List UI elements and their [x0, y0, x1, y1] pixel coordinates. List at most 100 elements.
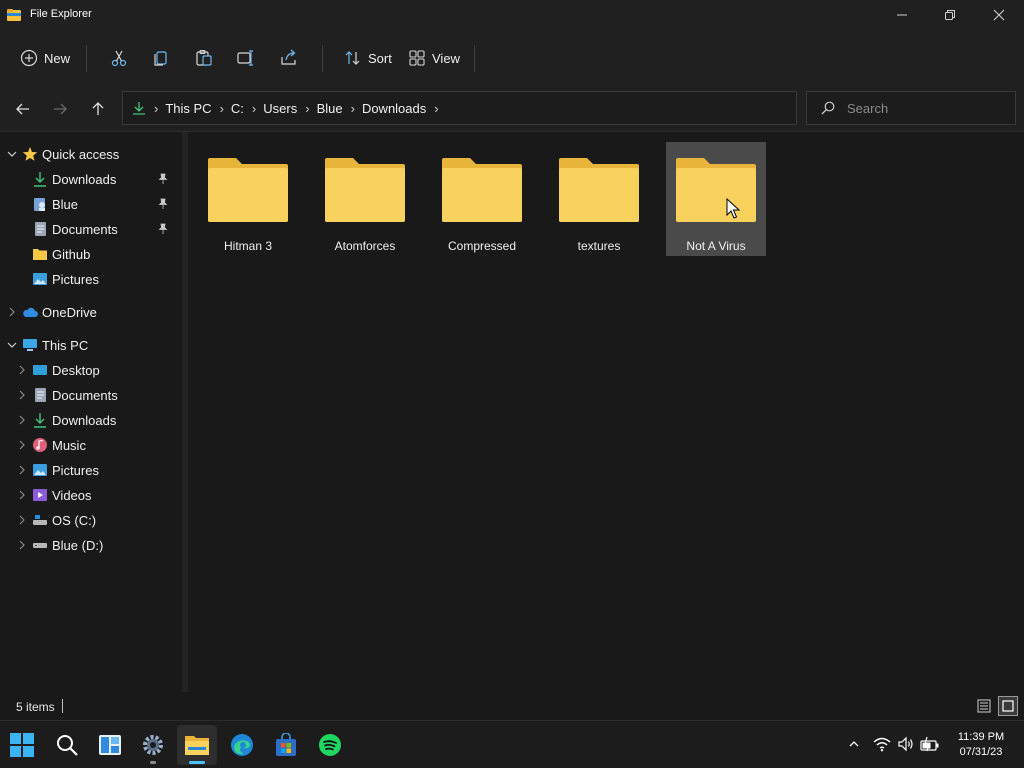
folder-item-hitman-3[interactable]: Hitman 3	[198, 142, 298, 256]
sidebar-item-documents-quick[interactable]: Documents	[0, 217, 182, 241]
search-input[interactable]: Search	[847, 101, 888, 116]
volume-button[interactable]	[895, 733, 917, 755]
chevron-right-icon[interactable]	[16, 539, 28, 551]
breadcrumb-this-pc[interactable]: This PC	[165, 101, 211, 116]
view-button[interactable]: View	[408, 42, 460, 74]
sidebar-item-onedrive[interactable]: OneDrive	[0, 300, 182, 324]
details-view-button[interactable]	[974, 696, 994, 716]
forward-button[interactable]	[46, 97, 74, 121]
gear-icon	[143, 735, 163, 755]
folder-item-not-a-virus[interactable]: Not A Virus	[666, 142, 766, 256]
sidebar-item-os-c[interactable]: OS (C:)	[0, 508, 182, 532]
folder-name: Not A Virus	[686, 239, 746, 253]
chevron-right-icon[interactable]: ›	[305, 101, 309, 116]
share-button[interactable]	[279, 42, 299, 74]
breadcrumb-downloads[interactable]: Downloads	[362, 101, 426, 116]
chevron-down-icon[interactable]	[6, 339, 18, 351]
sidebar-item-this-pc[interactable]: This PC	[0, 333, 182, 357]
star-icon	[22, 147, 38, 161]
sidebar-item-blue-d[interactable]: Blue (D:)	[0, 533, 182, 557]
chevron-right-icon[interactable]	[16, 439, 28, 451]
item-count: 5 items	[16, 700, 55, 714]
cut-button[interactable]	[109, 42, 129, 74]
minimize-icon	[897, 14, 907, 16]
chevron-right-icon[interactable]	[16, 414, 28, 426]
title-bar[interactable]: File Explorer	[0, 0, 1024, 30]
edge-app-button[interactable]	[222, 725, 262, 765]
back-button[interactable]	[9, 97, 37, 121]
sidebar-item-label: Quick access	[42, 146, 120, 162]
sidebar-item-github[interactable]: Github	[0, 242, 182, 266]
pin-icon	[158, 198, 168, 209]
sidebar-item-videos[interactable]: Videos	[0, 483, 182, 507]
start-button[interactable]	[2, 725, 42, 765]
spotify-app-button[interactable]	[310, 725, 350, 765]
breadcrumb-users[interactable]: Users	[263, 101, 297, 116]
cut-icon	[111, 50, 127, 67]
show-hidden-icons-button[interactable]	[843, 733, 865, 755]
folder-item-textures[interactable]: textures	[549, 142, 649, 256]
new-button[interactable]: New	[20, 42, 70, 74]
plus-circle-icon	[20, 49, 38, 67]
chevron-right-icon[interactable]	[16, 389, 28, 401]
chevron-right-icon[interactable]	[16, 364, 28, 376]
breadcrumb-c-drive[interactable]: C:	[231, 101, 244, 116]
chevron-right-icon[interactable]: ›	[252, 101, 256, 116]
search-box[interactable]: Search	[806, 91, 1016, 125]
sidebar-item-documents[interactable]: Documents	[0, 383, 182, 407]
widgets-button[interactable]	[90, 725, 130, 765]
sidebar-item-quick-access[interactable]: Quick access	[0, 142, 182, 166]
minimize-button[interactable]	[878, 0, 926, 30]
paste-button[interactable]	[194, 42, 214, 74]
folder-item-atomforces[interactable]: Atomforces	[315, 142, 415, 256]
sort-button[interactable]: Sort	[344, 42, 392, 74]
file-explorer-app-button[interactable]	[177, 725, 217, 765]
breadcrumb-blue[interactable]: Blue	[317, 101, 343, 116]
microsoft-store-app-button[interactable]	[266, 725, 306, 765]
battery-status-button[interactable]	[919, 733, 941, 755]
download-icon	[34, 413, 46, 428]
chevron-right-icon[interactable]: ›	[351, 101, 355, 116]
chevron-right-icon[interactable]	[16, 514, 28, 526]
chevron-right-icon[interactable]	[16, 464, 28, 476]
sort-icon	[345, 51, 360, 65]
chevron-right-icon[interactable]	[6, 306, 18, 318]
command-bar: New Sort View	[0, 30, 1024, 87]
up-button[interactable]	[84, 97, 112, 121]
sidebar-item-pictures-quick[interactable]: Pictures	[0, 267, 182, 291]
chevron-down-icon[interactable]	[6, 148, 18, 160]
sidebar-item-label: Downloads	[52, 412, 117, 428]
navigation-pane: Quick access Downloads Blue Documents Gi…	[0, 132, 182, 692]
folder-item-compressed[interactable]: Compressed	[432, 142, 532, 256]
pin-icon	[158, 173, 168, 184]
close-icon	[993, 9, 1005, 21]
close-button[interactable]	[975, 0, 1023, 30]
chevron-right-icon[interactable]: ›	[220, 101, 224, 116]
chevron-right-icon[interactable]: ›	[434, 101, 438, 116]
large-icons-view-button[interactable]	[998, 696, 1018, 716]
sidebar-item-downloads[interactable]: Downloads	[0, 408, 182, 432]
address-bar[interactable]: › This PC › C: › Users › Blue › Download…	[122, 91, 797, 125]
chevron-right-icon[interactable]	[16, 489, 28, 501]
sidebar-item-blue-quick[interactable]: Blue	[0, 192, 182, 216]
rename-button[interactable]	[236, 42, 256, 74]
pin-icon	[158, 223, 168, 234]
wifi-icon	[873, 737, 891, 752]
user-folder-icon	[34, 198, 45, 211]
system-clock[interactable]: 11:39 PM 07/31/23	[950, 730, 1012, 760]
taskbar-search-button[interactable]	[47, 725, 87, 765]
network-status-button[interactable]	[871, 733, 893, 755]
settings-app-button[interactable]	[133, 725, 173, 765]
navigation-pane-scrollbar[interactable]	[182, 132, 188, 692]
restore-button[interactable]	[926, 0, 974, 30]
copy-button[interactable]	[151, 42, 171, 74]
sidebar-item-label: This PC	[42, 337, 89, 353]
copy-icon	[154, 51, 167, 66]
sidebar-item-downloads-quick[interactable]: Downloads	[0, 167, 182, 191]
sidebar-item-music[interactable]: Music	[0, 433, 182, 457]
sidebar-item-pictures[interactable]: Pictures	[0, 458, 182, 482]
restore-icon	[945, 10, 955, 20]
sidebar-item-desktop[interactable]: Desktop	[0, 358, 182, 382]
sidebar-item-label: OS (C:)	[52, 512, 97, 528]
speaker-icon	[898, 736, 913, 752]
